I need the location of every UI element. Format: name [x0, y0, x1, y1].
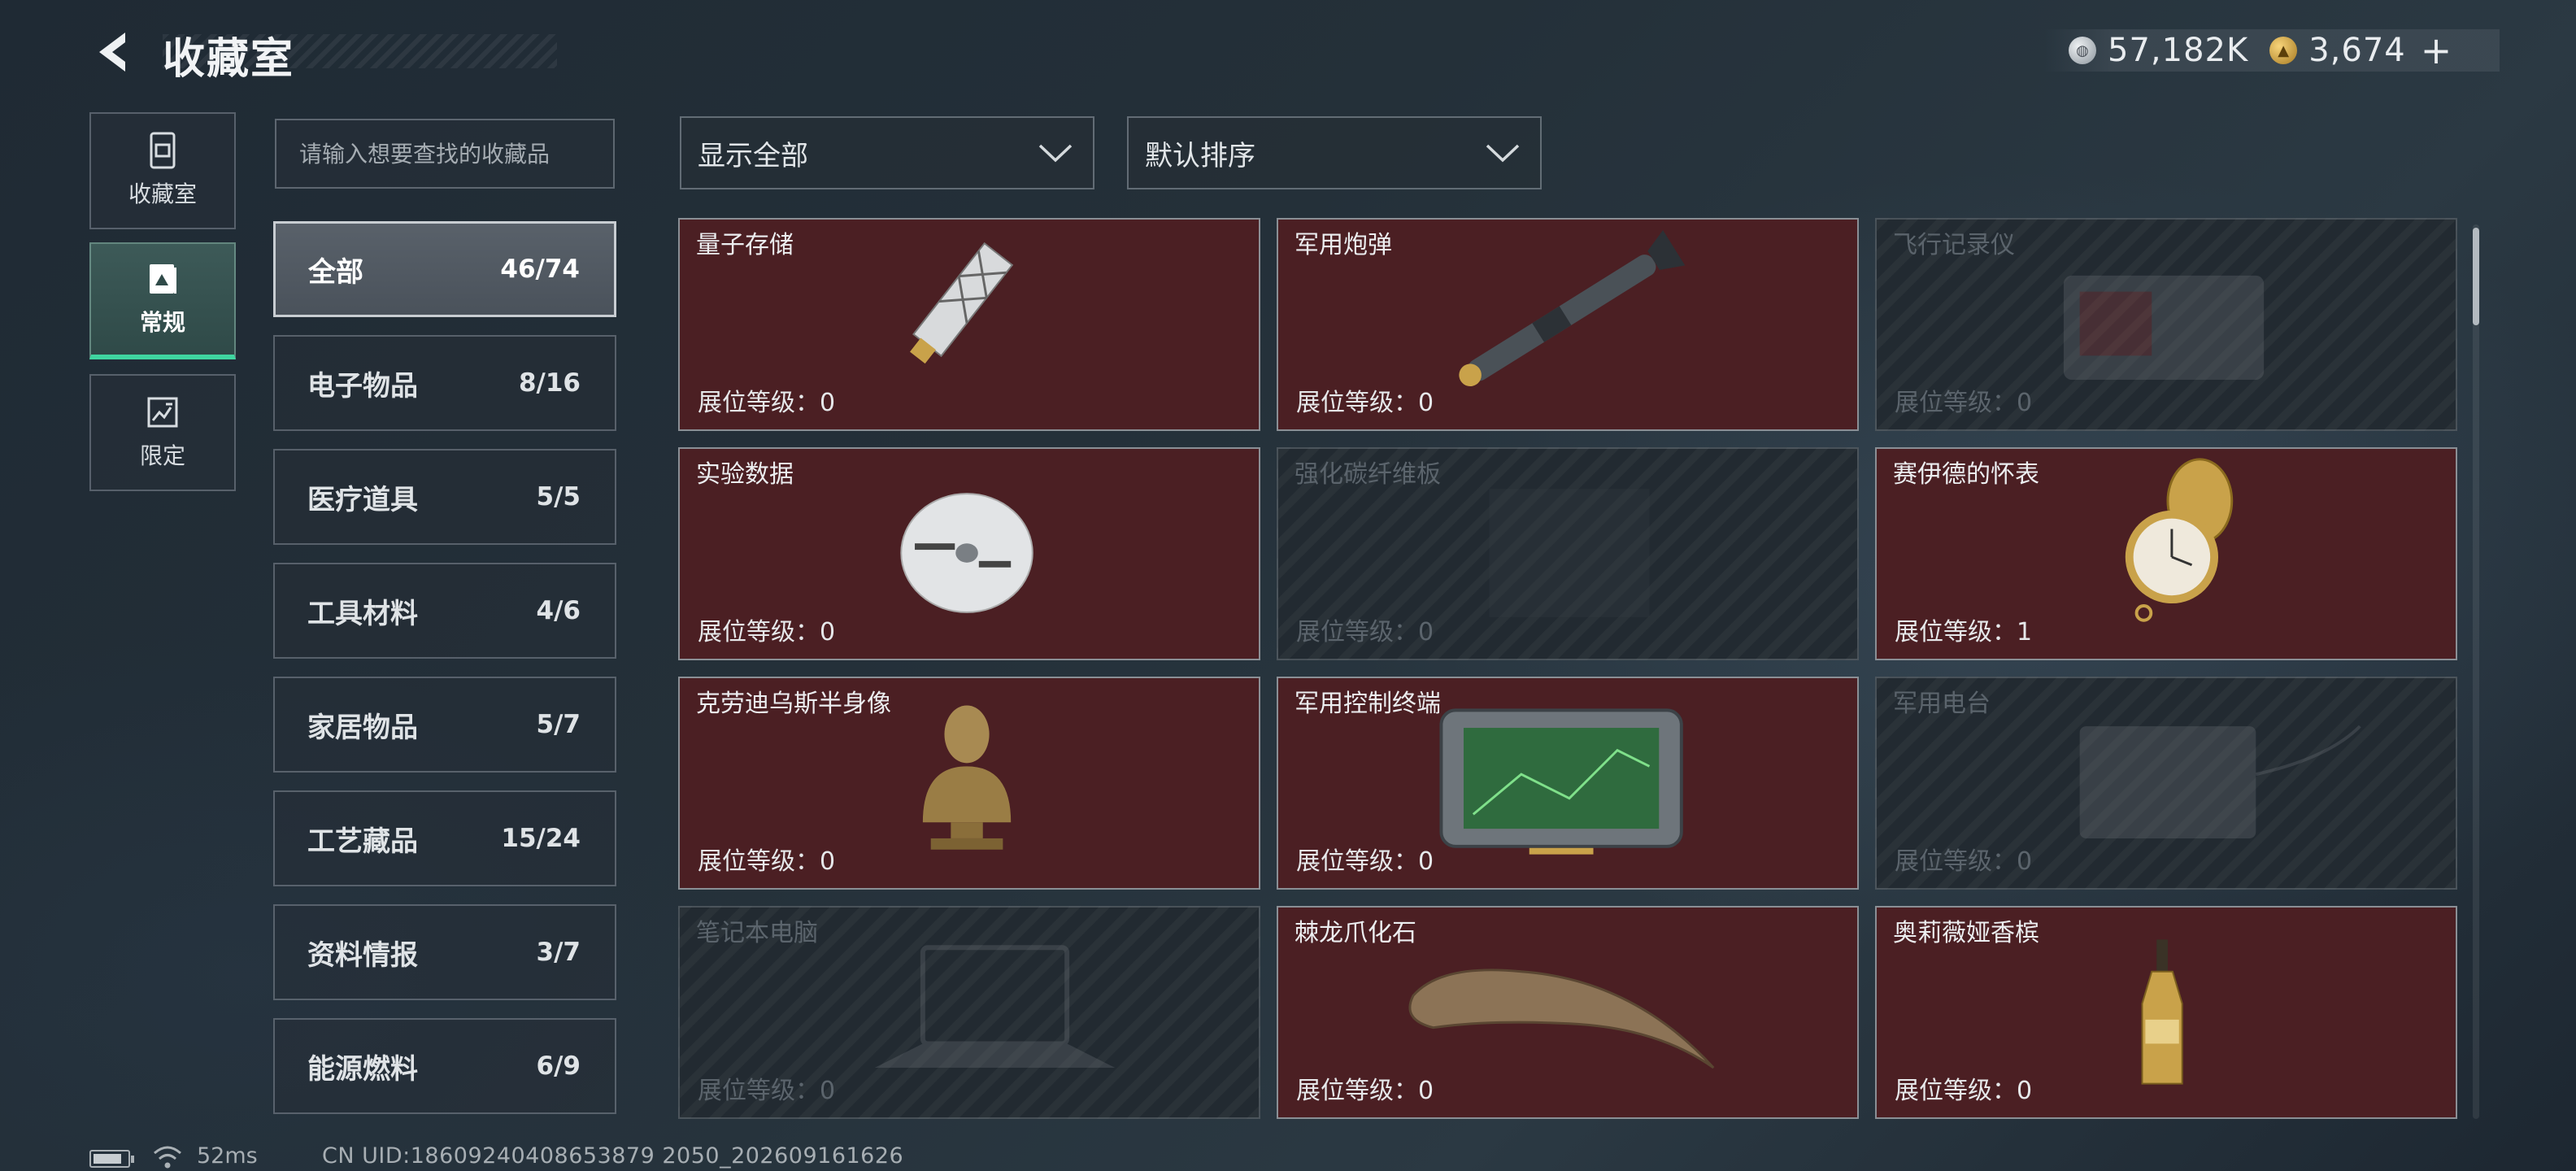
category-all[interactable]: 全部 46/74	[273, 221, 616, 317]
rail-tab-label: 常规	[139, 309, 185, 336]
rail-tab-limited[interactable]: 限定	[89, 374, 236, 491]
back-button[interactable]	[88, 28, 137, 76]
category-label: 工艺藏品	[307, 825, 418, 858]
collectible-name: 强化碳纤维板	[1295, 460, 1441, 489]
collectible-card[interactable]: 赛伊德的怀表 展位等级：1	[1875, 447, 2457, 660]
collectible-name: 飞行记录仪	[1893, 231, 2015, 259]
category-electronics[interactable]: 电子物品 8/16	[273, 335, 616, 431]
rail-tab-label: 限定	[139, 442, 185, 469]
collectible-level: 展位等级：0	[698, 847, 836, 876]
silver-currency-value: 57,182K	[2108, 32, 2249, 69]
uid-label: CN UID:18609240408653879 2050_2026091616…	[322, 1143, 904, 1169]
category-label: 家居物品	[307, 711, 418, 744]
gold-coin-icon: ▲	[2269, 37, 2298, 64]
search-input[interactable]	[275, 119, 615, 189]
silver-coin-icon: ◍	[2069, 37, 2096, 64]
chevron-down-icon	[1486, 144, 1520, 163]
collectible-level: 展位等级：0	[1895, 1077, 2033, 1105]
collectible-level: 展位等级：0	[1296, 389, 1434, 417]
category-medical[interactable]: 医疗道具 5/5	[273, 449, 616, 545]
category-label: 医疗道具	[307, 483, 418, 516]
collectible-level: 展位等级：0	[1296, 847, 1434, 876]
category-count: 4/6	[536, 596, 581, 625]
rail-tab-regular[interactable]: 常规	[89, 242, 236, 359]
collectible-card[interactable]: 笔记本电脑 展位等级：0	[678, 906, 1260, 1119]
category-label: 电子物品	[307, 369, 418, 403]
battery-icon	[89, 1150, 134, 1168]
category-label: 能源燃料	[307, 1052, 418, 1086]
ping-label: 52ms	[197, 1143, 258, 1169]
collectible-level: 展位等级：0	[698, 389, 836, 417]
collectible-level: 展位等级：0	[1296, 1077, 1434, 1105]
category-count: 46/74	[500, 255, 580, 284]
collectible-level: 展位等级：0	[698, 1077, 836, 1105]
category-household[interactable]: 家居物品 5/7	[273, 677, 616, 773]
wifi-icon	[154, 1146, 181, 1169]
limited-icon	[146, 394, 179, 430]
scrollbar-thumb[interactable]	[2473, 228, 2479, 325]
collectible-card[interactable]: 军用控制终端 展位等级：0	[1277, 677, 1859, 890]
gold-currency-value: 3,674	[2308, 32, 2406, 69]
chevron-down-icon	[1038, 144, 1073, 163]
currency-bar: ◍ 57,182K ▲ 3,674 +	[2044, 29, 2500, 72]
category-count: 5/5	[536, 482, 581, 511]
collectible-card[interactable]: 军用炮弹 展位等级：0	[1277, 218, 1859, 431]
collectible-card[interactable]: 棘龙爪化石 展位等级：0	[1277, 906, 1859, 1119]
collectible-name: 军用炮弹	[1295, 231, 1392, 259]
category-count: 5/7	[536, 710, 581, 739]
collectible-level: 展位等级：0	[698, 618, 836, 646]
category-intel[interactable]: 资料情报 3/7	[273, 904, 616, 1000]
category-count: 8/16	[518, 368, 581, 398]
category-label: 工具材料	[307, 597, 418, 630]
collectible-name: 奥莉薇娅香槟	[1893, 919, 2039, 947]
collectible-card[interactable]: 量子存储 展位等级：0	[678, 218, 1260, 431]
add-currency-button[interactable]: +	[2421, 32, 2452, 69]
sort-dropdown[interactable]: 默认排序	[1127, 116, 1542, 189]
collectible-card[interactable]: 实验数据 展位等级：0	[678, 447, 1260, 660]
category-crafts[interactable]: 工艺藏品 15/24	[273, 790, 616, 886]
regular-icon	[146, 261, 179, 297]
collectible-level: 展位等级：0	[1895, 847, 2033, 876]
display-filter-value: 显示全部	[698, 139, 808, 172]
collectible-level: 展位等级：0	[1296, 618, 1434, 646]
category-count: 3/7	[536, 938, 581, 967]
back-arrow-icon	[99, 33, 125, 72]
collectible-card[interactable]: 强化碳纤维板 展位等级：0	[1277, 447, 1859, 660]
collectible-card[interactable]: 军用电台 展位等级：0	[1875, 677, 2457, 890]
category-label: 资料情报	[307, 938, 418, 972]
page-title: 收藏室	[163, 35, 295, 84]
collectible-card[interactable]: 飞行记录仪 展位等级：0	[1875, 218, 2457, 431]
collectible-name: 军用控制终端	[1295, 690, 1441, 718]
collectible-name: 量子存储	[696, 231, 794, 259]
category-tools[interactable]: 工具材料 4/6	[273, 563, 616, 659]
category-fuel[interactable]: 能源燃料 6/9	[273, 1018, 616, 1114]
collectible-name: 实验数据	[696, 460, 794, 489]
rail-tab-collection-room[interactable]: 收藏室	[89, 112, 236, 229]
collectible-card[interactable]: 克劳迪乌斯半身像 展位等级：0	[678, 677, 1260, 890]
scrollbar-track[interactable]	[2473, 224, 2479, 1119]
category-count: 6/9	[536, 1051, 581, 1081]
collectible-level: 展位等级：1	[1895, 618, 2033, 646]
collectible-name: 笔记本电脑	[696, 919, 818, 947]
category-label: 全部	[308, 255, 363, 289]
collectibles-grid: 量子存储 展位等级：0 军用炮弹 展位等级：0 飞行记录仪 展位等级：0 实验数…	[678, 218, 2459, 1119]
sort-value: 默认排序	[1145, 139, 1255, 172]
collection-room-icon	[146, 132, 179, 169]
display-filter-dropdown[interactable]: 显示全部	[680, 116, 1094, 189]
rail-tab-label: 收藏室	[128, 181, 197, 207]
collectible-name: 棘龙爪化石	[1295, 919, 1416, 947]
collectible-name: 赛伊德的怀表	[1893, 460, 2039, 489]
collectible-card[interactable]: 奥莉薇娅香槟 展位等级：0	[1875, 906, 2457, 1119]
collectible-name: 克劳迪乌斯半身像	[696, 690, 891, 718]
collectible-level: 展位等级：0	[1895, 389, 2033, 417]
category-count: 15/24	[501, 824, 581, 853]
collectible-name: 军用电台	[1893, 690, 1991, 718]
